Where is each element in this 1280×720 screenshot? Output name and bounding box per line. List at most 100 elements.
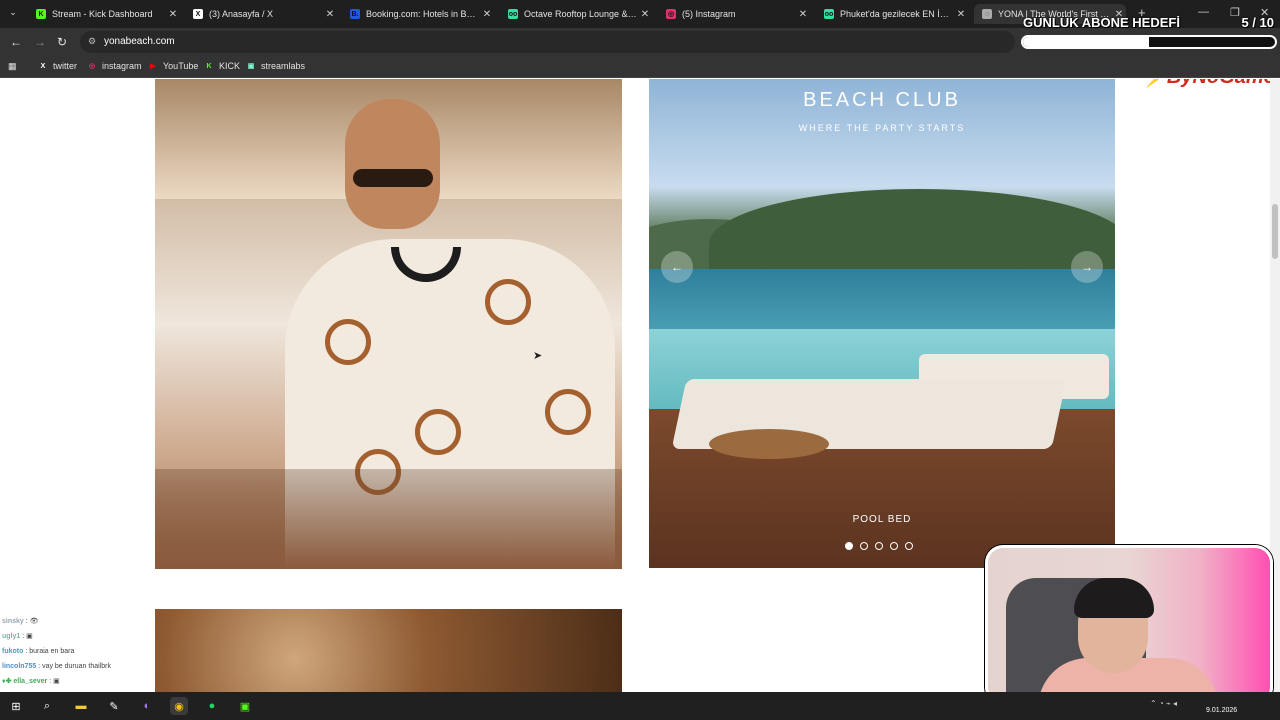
slide-caption: POOL BED bbox=[852, 514, 912, 525]
tripadvisor-icon: oo bbox=[824, 9, 834, 19]
tab-search-icon[interactable]: ⌄ bbox=[6, 7, 20, 21]
goal-count: 5 / 10 bbox=[1241, 15, 1274, 30]
close-tab-icon[interactable]: ✕ bbox=[796, 9, 810, 20]
sunglasses bbox=[353, 169, 433, 187]
slider-dot[interactable] bbox=[875, 542, 883, 550]
tab-title: Phuket'da gezilecek EN İYİ 10 y bbox=[840, 9, 954, 19]
close-tab-icon[interactable]: ✕ bbox=[954, 9, 968, 20]
dj-head bbox=[345, 99, 440, 229]
kick-icon: K bbox=[206, 62, 212, 70]
discord-icon[interactable]: ◐ bbox=[138, 697, 156, 715]
slider-subheading: WHERE THE PARTY STARTS bbox=[798, 123, 966, 133]
bynogame-logo: ⚡ByNoGame bbox=[1142, 79, 1275, 89]
youtube-icon: ▶ bbox=[150, 63, 156, 70]
app-icon[interactable]: ✎ bbox=[105, 697, 123, 715]
search-icon[interactable]: ⌕ bbox=[38, 697, 56, 715]
chat-text: buraia en bara bbox=[29, 648, 75, 655]
bookmark-streamlabs[interactable]: ▣ streamlabs bbox=[246, 61, 305, 71]
chat-username: lincoln755 bbox=[2, 663, 37, 670]
browser-tab[interactable]: ◎ (5) Instagram ✕ bbox=[658, 4, 810, 24]
slider-dot[interactable] bbox=[845, 542, 853, 550]
slider-dot[interactable] bbox=[860, 542, 868, 550]
url-text[interactable]: yonabeach.com bbox=[104, 36, 175, 47]
streamlabs-icon: ▣ bbox=[247, 63, 255, 70]
chat-message: ♦✤ ella_sever : ▣ bbox=[2, 678, 60, 685]
chat-text: 👁 bbox=[29, 618, 39, 625]
chat-message: fukoto : buraia en bara bbox=[2, 648, 75, 655]
slider-next-button[interactable]: → bbox=[1071, 251, 1103, 283]
goal-progress-fill bbox=[1023, 37, 1149, 47]
tab-title: (3) Anasayfa / X bbox=[209, 9, 274, 19]
chat-text: ▣ bbox=[26, 633, 33, 640]
address-bar[interactable]: ⚙ yonabeach.com bbox=[80, 31, 1015, 53]
stream-chat-overlay: sinsky : 👁 ugly1 : ▣ fukoto : buraia en ba… bbox=[2, 614, 142, 689]
slider-heading: BEACH CLUB bbox=[803, 89, 961, 111]
slider-prev-button[interactable]: ← bbox=[661, 251, 693, 283]
globe-icon: ◌ bbox=[982, 9, 992, 19]
chat-message: lincoln755 : vay be duruan thailbrk bbox=[2, 663, 111, 670]
chat-message: sinsky : 👁 bbox=[2, 618, 39, 625]
browser-tab[interactable]: oo Octave Rooftop Lounge & Bar ✕ bbox=[500, 4, 652, 24]
apps-icon[interactable]: ▦ bbox=[8, 61, 17, 72]
subscriber-goal-overlay: GÜNLÜK ABONE HEDEFİ 5 / 10 bbox=[1020, 14, 1278, 50]
chat-username: sinsky bbox=[2, 618, 24, 625]
bookmark-twitter[interactable]: Xtwitter bbox=[38, 61, 77, 71]
bookmark-label: streamlabs bbox=[261, 61, 306, 71]
site-info-icon[interactable]: ⚙ bbox=[88, 36, 100, 48]
dj-photo: ➤ bbox=[155, 79, 622, 569]
tripadvisor-icon: oo bbox=[508, 9, 518, 19]
bookmark-label: instagram bbox=[102, 61, 142, 71]
windows-taskbar: ⊞ ⌕ ▬ ✎ ◐ ◉ ● ▣ ⌃ ◔ ⌁ ◂ 9.01.2026 bbox=[0, 692, 1280, 720]
browser-tab[interactable]: oo Phuket'da gezilecek EN İYİ 10 y✕ bbox=[816, 4, 968, 24]
booking-icon: B. bbox=[350, 9, 360, 19]
bookmark-label: KICK bbox=[219, 61, 241, 71]
bookmark-label: twitter bbox=[53, 61, 78, 71]
tab-title: Booking.com: Hotels in Bangkok bbox=[366, 9, 480, 19]
dj-deck bbox=[155, 469, 622, 569]
file-explorer-icon[interactable]: ▬ bbox=[72, 697, 90, 715]
tab-title: (5) Instagram bbox=[682, 9, 736, 19]
back-icon[interactable]: ← bbox=[10, 35, 22, 49]
bookmarks-bar: ▦ Xtwitter ◎ instagram ▶ YouTube K KICK ▣ stream… bbox=[0, 56, 1280, 78]
chat-username: ugly1 bbox=[2, 633, 21, 640]
slider-dot[interactable] bbox=[890, 542, 898, 550]
browser-tab[interactable]: X (3) Anasayfa / X ✕ bbox=[185, 4, 337, 24]
windows-start-icon[interactable]: ⊞ bbox=[7, 697, 25, 715]
chat-message: ugly1 : ▣ bbox=[2, 633, 33, 640]
chat-text: vay be duruan thailbrk bbox=[42, 663, 111, 670]
instagram-icon: ◎ bbox=[88, 63, 96, 70]
close-tab-icon[interactable]: ✕ bbox=[480, 9, 494, 20]
spotify-icon[interactable]: ● bbox=[203, 697, 221, 715]
reload-icon[interactable]: ↻ bbox=[57, 35, 67, 49]
chrome-icon[interactable]: ◉ bbox=[170, 697, 188, 715]
forward-icon[interactable]: → bbox=[34, 35, 46, 49]
slider-dot[interactable] bbox=[905, 542, 913, 550]
scrollbar-thumb[interactable] bbox=[1272, 204, 1278, 259]
close-tab-icon[interactable]: ✕ bbox=[638, 9, 652, 20]
slider-dots bbox=[845, 542, 913, 552]
tab-title: Stream - Kick Dashboard bbox=[52, 9, 153, 19]
bookmark-youtube[interactable]: ▶ YouTube bbox=[148, 61, 198, 71]
beach-club-slider[interactable]: BEACH CLUB WHERE THE PARTY STARTS ← → PO… bbox=[649, 79, 1115, 568]
goal-progress-bar bbox=[1021, 35, 1277, 49]
x-icon: X bbox=[193, 9, 203, 19]
bookmark-instagram[interactable]: ◎ instagram bbox=[87, 61, 142, 71]
browser-tab[interactable]: B. Booking.com: Hotels in Bangkok✕ bbox=[342, 4, 494, 24]
goal-title: GÜNLÜK ABONE HEDEFİ bbox=[1023, 15, 1180, 30]
taskbar-date: 9.01.2026 bbox=[1206, 707, 1238, 714]
side-table bbox=[709, 429, 829, 459]
chat-username: fukoto bbox=[2, 648, 24, 655]
system-tray-icons[interactable]: ⌃ ◔ ⌁ ◂ bbox=[1150, 699, 1177, 708]
browser-tab[interactable]: K Stream - Kick Dashboard ✕ bbox=[28, 4, 180, 24]
kick-app-icon[interactable]: ▣ bbox=[236, 697, 254, 715]
chat-text: ▣ bbox=[53, 678, 60, 685]
bokeh-photo bbox=[155, 609, 622, 692]
kick-icon: K bbox=[36, 9, 46, 19]
bookmark-label: YouTube bbox=[163, 61, 199, 71]
close-tab-icon[interactable]: ✕ bbox=[323, 9, 337, 20]
close-tab-icon[interactable]: ✕ bbox=[166, 9, 180, 20]
tab-title: Octave Rooftop Lounge & Bar bbox=[524, 9, 638, 19]
streamer-hair bbox=[1074, 578, 1154, 618]
chat-username: ♦✤ ella_sever bbox=[2, 678, 48, 685]
bookmark-kick[interactable]: K KICK bbox=[204, 61, 240, 71]
